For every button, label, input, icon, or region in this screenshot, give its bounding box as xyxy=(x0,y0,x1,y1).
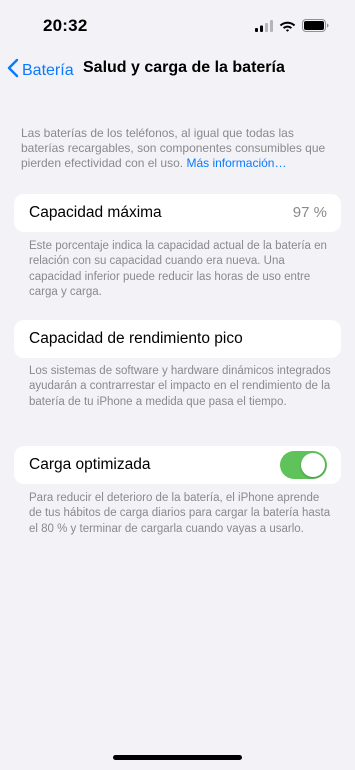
battery-icon xyxy=(302,19,329,32)
max-capacity-value: 97 % xyxy=(292,204,327,221)
intro-description: Las baterías de los teléfonos, al igual … xyxy=(21,126,339,171)
peak-performance-row: Capacidad de rendimiento pico xyxy=(14,320,341,358)
optimized-charging-toggle[interactable] xyxy=(280,451,327,479)
navigation-bar: Batería Salud y carga de la batería xyxy=(0,56,355,84)
status-icons xyxy=(255,19,329,32)
more-info-link[interactable]: Más información… xyxy=(186,156,286,170)
status-bar: 20:32 xyxy=(0,0,355,50)
toggle-knob xyxy=(301,453,325,477)
max-capacity-note: Este porcentaje indica la capacidad actu… xyxy=(29,240,327,298)
peak-performance-label: Capacidad de rendimiento pico xyxy=(29,330,243,347)
wifi-icon xyxy=(279,20,296,32)
max-capacity-row: Capacidad máxima 97 % xyxy=(14,194,341,232)
optimized-charging-note: Para reducir el deterioro de la batería,… xyxy=(29,492,331,535)
chevron-left-icon xyxy=(7,58,19,83)
optimized-charging-label: Carga optimizada xyxy=(29,456,151,473)
back-button-label: Batería xyxy=(22,61,74,79)
status-time: 20:32 xyxy=(43,16,88,35)
optimized-charging-row: Carga optimizada xyxy=(14,446,341,484)
peak-performance-note: Los sistemas de software y hardware diná… xyxy=(29,365,331,408)
back-button[interactable]: Batería xyxy=(7,58,74,83)
page-title: Salud y carga de la batería xyxy=(83,59,285,76)
signal-icon xyxy=(255,19,273,32)
home-indicator[interactable] xyxy=(113,755,242,760)
max-capacity-label: Capacidad máxima xyxy=(29,204,162,221)
